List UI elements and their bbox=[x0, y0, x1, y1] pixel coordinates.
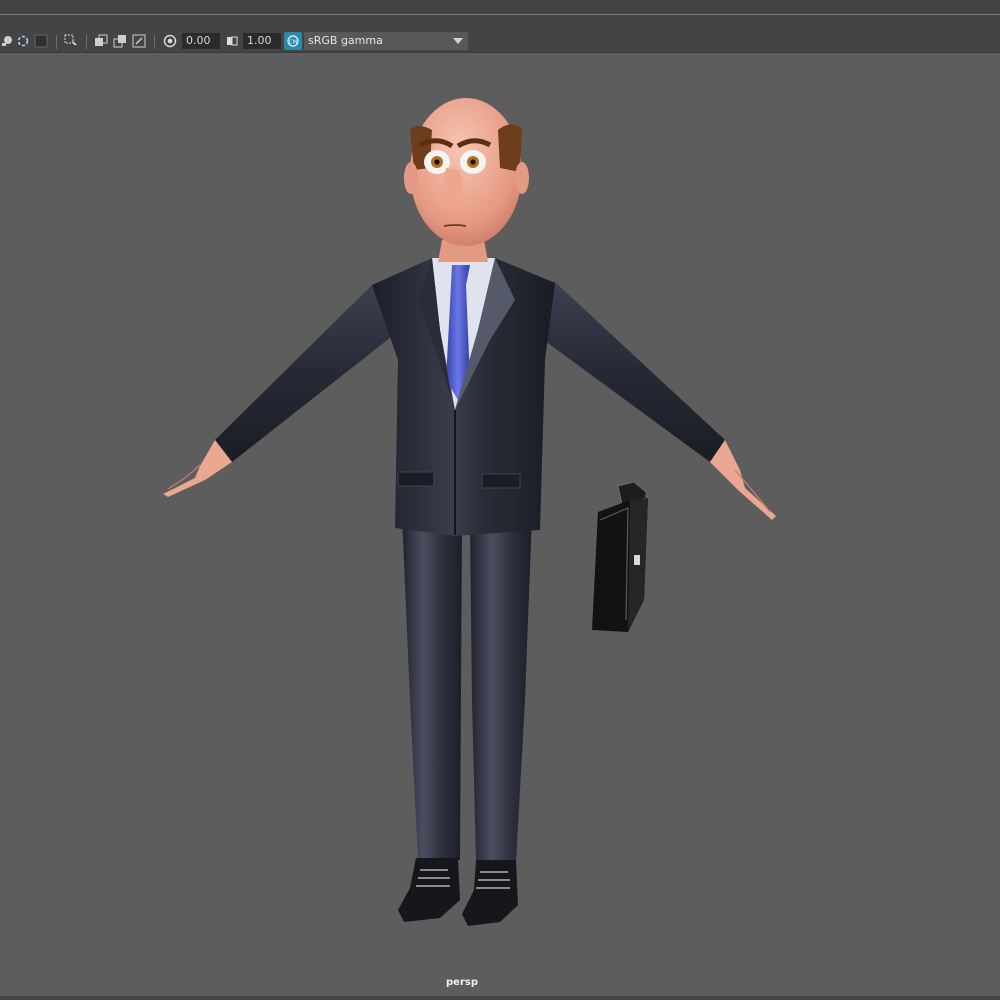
separator bbox=[86, 35, 87, 49]
head bbox=[404, 98, 529, 262]
camera-label: persp bbox=[446, 977, 478, 988]
separator bbox=[56, 35, 57, 49]
color-space-select[interactable]: sRGB gamma bbox=[304, 32, 468, 50]
chevron-down-icon[interactable] bbox=[448, 32, 468, 50]
select-icon[interactable] bbox=[64, 34, 78, 48]
character-render bbox=[163, 98, 776, 926]
shoes bbox=[398, 858, 518, 926]
3d-viewport[interactable] bbox=[0, 53, 1000, 996]
jacket bbox=[372, 258, 555, 536]
exposure-input[interactable]: 0.00 bbox=[182, 33, 220, 49]
exposure-icon[interactable] bbox=[163, 34, 177, 48]
resize-icon[interactable] bbox=[132, 34, 146, 48]
left-arm bbox=[163, 285, 400, 497]
window-titlebar bbox=[0, 0, 1000, 15]
separator bbox=[154, 35, 155, 49]
paint-icon[interactable] bbox=[0, 34, 14, 48]
briefcase bbox=[592, 481, 648, 632]
isolate-icon[interactable] bbox=[16, 34, 30, 48]
paste-icon[interactable] bbox=[113, 34, 127, 48]
color-management-icon[interactable]: CM bbox=[284, 32, 302, 50]
copy-icon[interactable] bbox=[94, 34, 108, 48]
svg-text:CM: CM bbox=[289, 39, 298, 45]
gamma-input[interactable]: 1.00 bbox=[243, 33, 281, 49]
gamma-icon[interactable] bbox=[225, 34, 239, 48]
viewport-bottom-border bbox=[0, 996, 1000, 1000]
legs bbox=[402, 515, 532, 862]
right-arm bbox=[530, 282, 776, 520]
shaded-icon[interactable] bbox=[34, 34, 48, 48]
viewport-toolbar: 0.00 1.00 CM sRGB gamma bbox=[0, 15, 1000, 53]
